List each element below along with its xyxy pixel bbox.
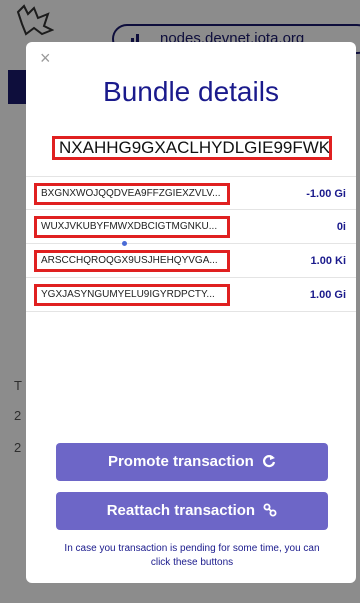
modal-title: Bundle details — [103, 76, 279, 107]
close-icon[interactable]: × — [40, 48, 51, 68]
promote-label: Promote transaction — [107, 453, 254, 470]
transaction-row: ARSCCHQROQGX9USJHEHQYVGA... 1.00 Ki — [26, 241, 356, 278]
refresh-icon — [262, 443, 276, 481]
bundle-hash[interactable]: NXAHHG9GXACLHYDLGIE99FWK... — [52, 136, 332, 160]
bundle-details-modal: × Bundle details NXAHHG9GXACLHYDLGIE99FW… — [26, 42, 356, 583]
transaction-value: 0i — [336, 221, 346, 233]
transaction-value: -1.00 Gi — [306, 188, 346, 200]
transaction-row: BXGNXWOJQQDVEA9FFZGIEXZVLV... -1.00 Gi — [26, 176, 356, 210]
transaction-value: 1.00 Ki — [310, 255, 346, 267]
transaction-list: BXGNXWOJQQDVEA9FFZGIEXZVLV... -1.00 Gi W… — [26, 176, 356, 312]
transaction-hash-link[interactable]: YGXJASYNGUMYELU9IGYRDPCTY... — [34, 284, 230, 306]
transaction-hash-link[interactable]: BXGNXWOJQQDVEA9FFZGIEXZVLV... — [34, 183, 230, 205]
indicator-dot — [122, 241, 127, 246]
reattach-label: Reattach transaction — [106, 502, 256, 519]
transaction-row: WUXJVKUBYFMWXDBCIGTMGNKU... 0i — [26, 210, 356, 244]
promote-transaction-button[interactable]: Promote transaction — [56, 443, 328, 481]
link-icon — [263, 492, 277, 530]
transaction-row: YGXJASYNGUMYELU9IGYRDPCTY... 1.00 Gi — [26, 278, 356, 312]
help-text: In case you transaction is pending for s… — [64, 543, 320, 568]
transaction-hash-link[interactable]: ARSCCHQROQGX9USJHEHQYVGA... — [34, 250, 230, 272]
transaction-hash-link[interactable]: WUXJVKUBYFMWXDBCIGTMGNKU... — [34, 216, 230, 238]
transaction-value: 1.00 Gi — [309, 289, 346, 301]
reattach-transaction-button[interactable]: Reattach transaction — [56, 492, 328, 530]
